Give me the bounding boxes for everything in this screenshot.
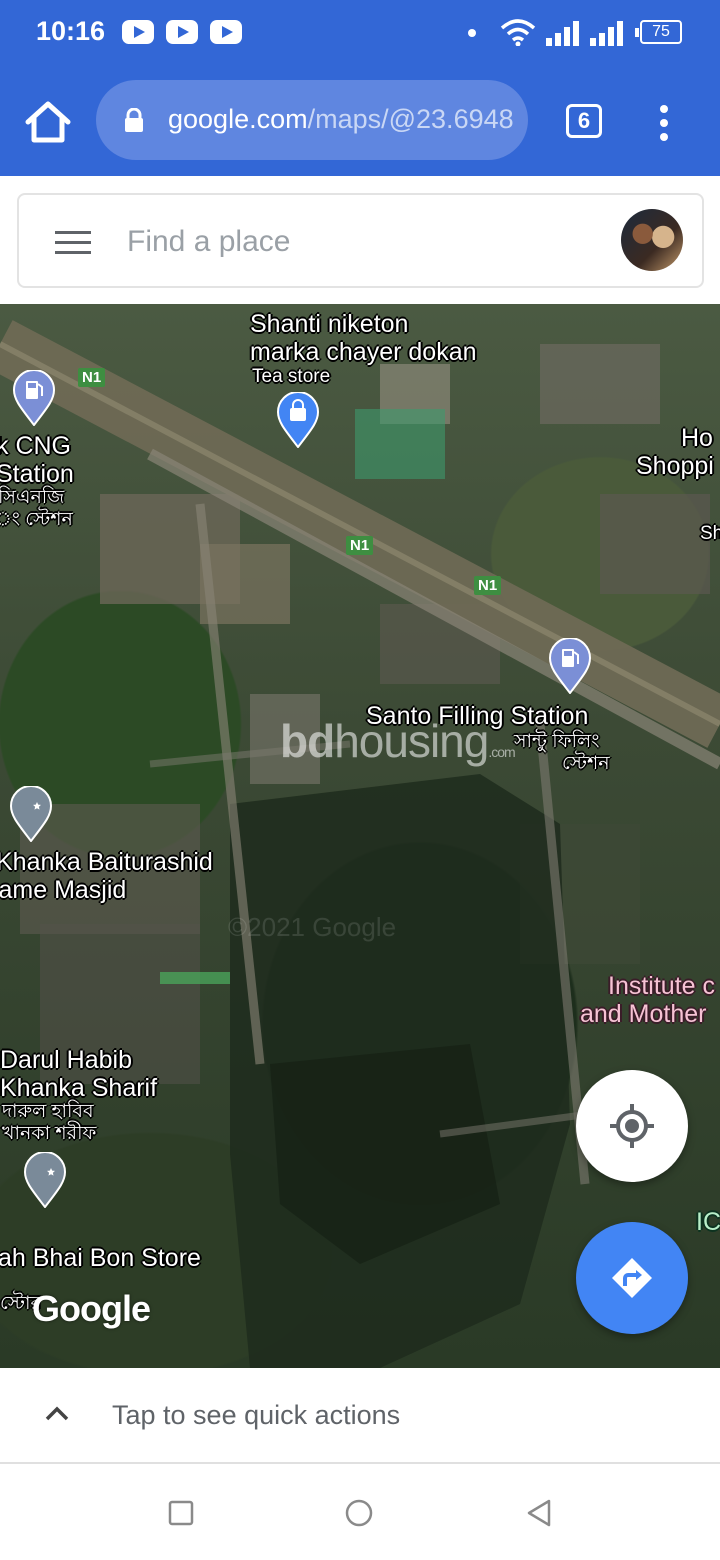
watermark: bdhousing.com (280, 714, 516, 768)
place-label[interactable]: Jame Masjid (0, 876, 126, 904)
google-logo: Google (32, 1288, 151, 1329)
back-icon[interactable] (524, 1498, 554, 1528)
youtube-icon (166, 20, 198, 44)
signal-icon (590, 21, 623, 46)
road-badge-n1: N1 (78, 368, 106, 387)
search-box (17, 193, 704, 288)
search-area (0, 176, 720, 304)
watermark-rest: housing (334, 715, 489, 767)
mosque-pin-icon[interactable] (24, 1152, 66, 1208)
place-label-bengali: দারুল হাবিব (2, 1101, 94, 1122)
url-bar[interactable]: google.com/maps/@23.6948 (96, 80, 528, 160)
place-label[interactable]: ah Bhai Bon Store (0, 1244, 201, 1272)
url-host: google.com (168, 104, 308, 134)
place-label-bengali: সিএনজি (0, 487, 65, 508)
place-label-bengali: সান্টু ফিলিং (514, 731, 600, 752)
crosshair-icon (610, 1104, 654, 1148)
wifi-icon (500, 19, 536, 46)
browser-toolbar: google.com/maps/@23.6948 6 (0, 66, 720, 176)
place-label[interactable]: Shoppi (636, 452, 714, 480)
place-label-bengali: স্টেশন (562, 753, 610, 774)
quick-actions-sheet[interactable]: Tap to see quick actions (0, 1368, 720, 1464)
gas-station-pin-icon[interactable] (549, 638, 591, 694)
place-label[interactable]: Station (0, 460, 74, 488)
menu-icon[interactable] (55, 231, 91, 255)
tab-switcher-button[interactable]: 6 (566, 104, 602, 138)
gas-station-pin-icon[interactable] (13, 370, 55, 426)
place-label[interactable]: marka chayer dokan (250, 338, 477, 366)
youtube-icon (122, 20, 154, 44)
url-text: google.com/maps/@23.6948 (168, 104, 518, 135)
status-bar: 10:16 75 (0, 0, 720, 66)
place-label[interactable]: Institute c (608, 972, 715, 1000)
place-label[interactable]: and Mother (580, 1000, 706, 1028)
chevron-up-icon[interactable] (44, 1404, 70, 1422)
battery-icon: 75 (635, 20, 682, 44)
imagery-credit: ©2021 Google (228, 912, 397, 942)
place-label-bengali: ং স্টেশন (0, 509, 73, 530)
watermark-bold: bd (280, 715, 335, 767)
search-input[interactable] (127, 217, 587, 267)
directions-icon (612, 1258, 652, 1298)
youtube-icon (210, 20, 242, 44)
place-category: Tea store (252, 366, 331, 387)
shopping-bag-pin-icon[interactable] (277, 392, 319, 448)
home-icon[interactable] (22, 98, 74, 146)
place-label[interactable]: Khanka Baiturashid (0, 848, 213, 876)
my-location-button[interactable] (576, 1070, 688, 1182)
road-badge-n1: N1 (346, 536, 374, 555)
place-label[interactable]: IC (696, 1208, 720, 1236)
road-badge-n1: N1 (474, 576, 502, 595)
system-nav-bar (0, 1466, 720, 1560)
mosque-pin-icon[interactable] (10, 786, 52, 842)
lock-icon (125, 108, 143, 132)
place-label[interactable]: Shanti niketon (250, 310, 408, 338)
avatar[interactable] (621, 209, 683, 271)
more-options-icon[interactable] (652, 102, 676, 142)
place-label[interactable]: k CNG (0, 432, 71, 460)
map-view[interactable]: N1 N1 N1 Shanti niketon marka chayer dok… (0, 304, 720, 1368)
place-label[interactable]: Darul Habib (0, 1046, 132, 1074)
url-path: /maps/@23.6948 (307, 104, 514, 134)
signal-icon (546, 21, 579, 46)
home-nav-icon[interactable] (344, 1498, 374, 1528)
place-label-bengali: খানকা শরীফ (2, 1123, 97, 1144)
satellite-imagery (0, 320, 720, 1368)
status-time: 10:16 (36, 16, 106, 46)
recents-icon[interactable] (166, 1498, 196, 1528)
place-label[interactable]: Ho (681, 424, 713, 452)
directions-button[interactable] (576, 1222, 688, 1334)
quick-actions-label[interactable]: Tap to see quick actions (112, 1400, 400, 1431)
place-label[interactable]: Khanka Sharif (0, 1074, 157, 1102)
watermark-com: .com (488, 744, 515, 760)
notification-dot-icon (468, 29, 476, 37)
place-label[interactable]: Sh (700, 524, 720, 544)
